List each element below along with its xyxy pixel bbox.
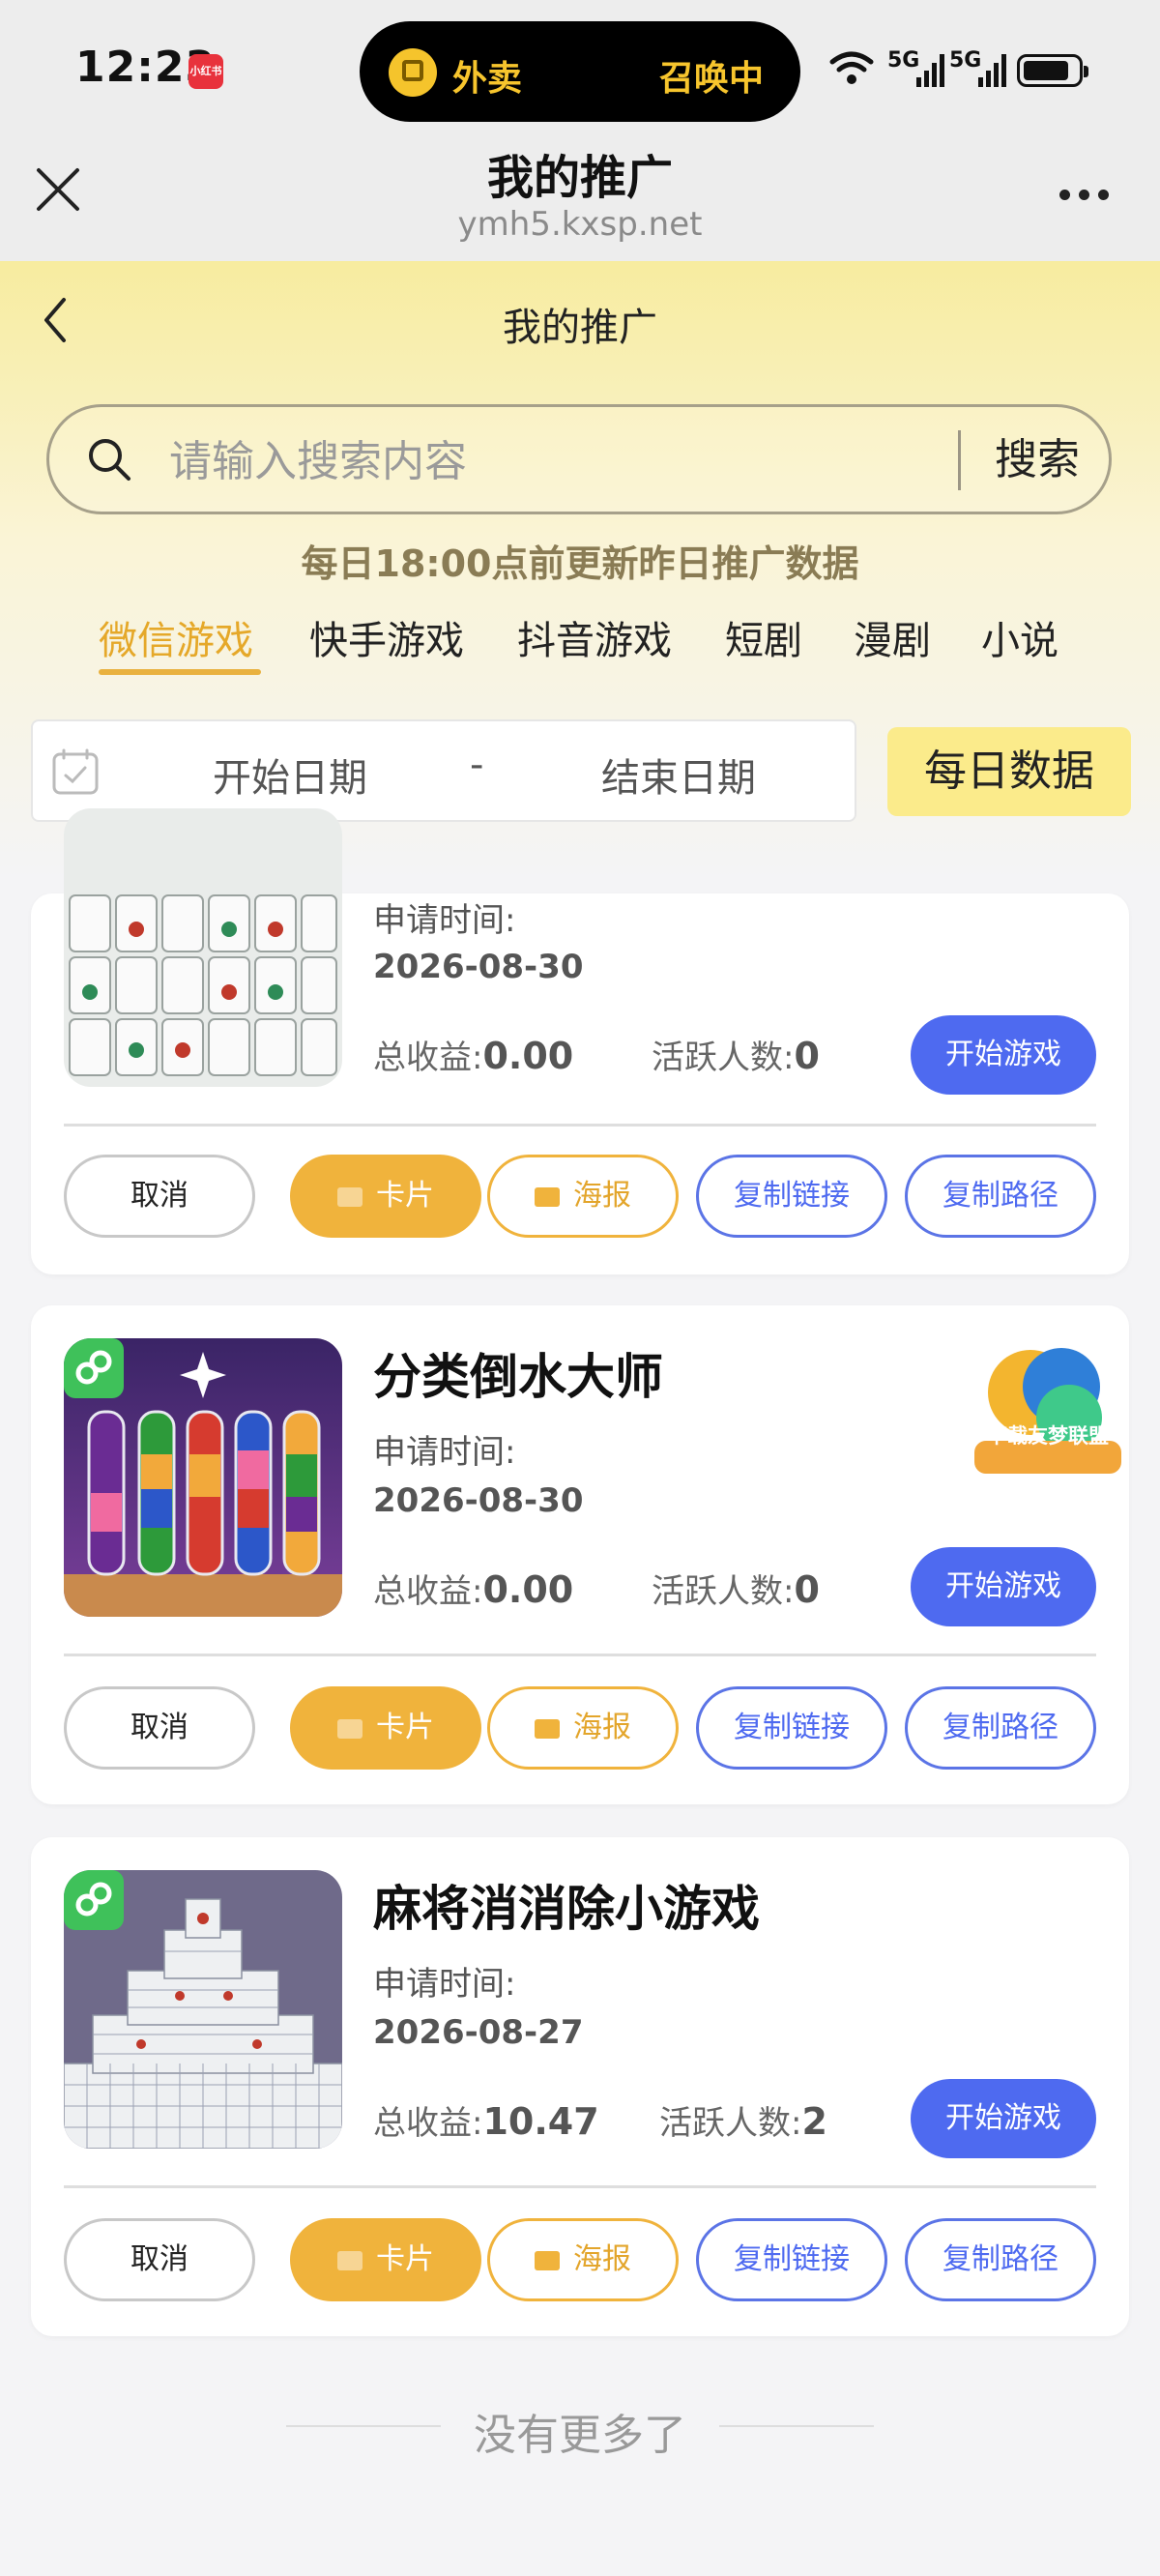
date-range-picker[interactable]: 开始日期 - 结束日期	[31, 719, 856, 822]
game-thumbnail-water-sort	[64, 1338, 342, 1617]
date-separator: -	[470, 743, 484, 787]
battery-icon	[1017, 54, 1088, 87]
apply-date: 2026-08-30	[373, 1481, 584, 1520]
dynamic-island[interactable]: 外卖 召唤中	[360, 21, 800, 122]
delivery-icon	[389, 48, 437, 97]
game-card: 申请时间: 2026-08-30 总收益:0.00 活跃人数:0 开始游戏 取消…	[31, 808, 1129, 1274]
tab-kuaishou-games[interactable]: 快手游戏	[309, 609, 464, 683]
start-date-field[interactable]: 开始日期	[213, 746, 367, 803]
card-icon	[337, 1187, 362, 1207]
apply-date: 2026-08-30	[373, 948, 584, 986]
start-game-button[interactable]: 开始游戏	[911, 1547, 1096, 1626]
game-thumbnail-mahjong	[64, 808, 342, 1087]
game-name: 麻将消消除小游戏	[373, 1881, 760, 1937]
card-divider	[64, 2185, 1096, 2188]
active-users: 活跃人数:0	[652, 1035, 820, 1077]
copy-link-button[interactable]: 复制链接	[696, 1686, 887, 1770]
tab-short-drama[interactable]: 短剧	[725, 609, 802, 683]
card-share-button[interactable]: 卡片	[290, 1686, 481, 1770]
card-divider	[64, 1654, 1096, 1656]
card-icon	[337, 1719, 362, 1739]
signal-bars-icon-2	[978, 54, 1006, 87]
cancel-button[interactable]: 取消	[64, 2218, 255, 2301]
league-logo	[974, 1348, 1121, 1474]
card-share-button[interactable]: 卡片	[290, 1155, 481, 1238]
wifi-icon	[829, 51, 874, 84]
card-icon	[337, 2251, 362, 2270]
start-game-button[interactable]: 开始游戏	[911, 1015, 1096, 1095]
island-label-left: 外卖	[452, 59, 523, 99]
category-tabs: 微信游戏 快手游戏 抖音游戏 短剧 漫剧 小说	[77, 609, 1102, 687]
search-divider	[958, 430, 961, 490]
search-input[interactable]	[167, 426, 983, 496]
apply-time-label: 申请时间:	[373, 901, 516, 940]
update-notice: 每日18:00点前更新昨日推广数据	[301, 542, 859, 585]
card-share-button[interactable]: 卡片	[290, 2218, 481, 2301]
island-label-right: 召唤中	[658, 59, 764, 99]
game-thumbnail-mahjong-elimination	[64, 1870, 342, 2149]
xiaohongshu-icon: 小红书	[188, 54, 223, 89]
copy-path-button[interactable]: 复制路径	[905, 1686, 1096, 1770]
total-income: 总收益:10.47	[373, 2100, 599, 2143]
card-divider	[64, 1124, 1096, 1127]
miniprogram-badge-icon	[64, 1870, 124, 1930]
apply-time-label: 申请时间:	[373, 1965, 516, 2004]
more-icon[interactable]	[1059, 186, 1117, 200]
search-icon	[89, 439, 130, 481]
poster-button[interactable]: 海报	[487, 1686, 679, 1770]
total-income: 总收益:0.00	[373, 1035, 574, 1077]
copy-path-button[interactable]: 复制路径	[905, 1155, 1096, 1238]
start-game-button[interactable]: 开始游戏	[911, 2079, 1096, 2158]
league-logo-text: 下载友梦联盟	[987, 1424, 1109, 1448]
active-users: 活跃人数:2	[659, 2100, 827, 2143]
copy-path-button[interactable]: 复制路径	[905, 2218, 1096, 2301]
search-box: 搜索	[46, 404, 1112, 514]
cancel-button[interactable]: 取消	[64, 1686, 255, 1770]
poster-button[interactable]: 海报	[487, 2218, 679, 2301]
miniprogram-nav-bar: 我的推广 ymh5.kxsp.net	[0, 145, 1160, 261]
game-card: 麻将消消除小游戏 申请时间: 2026-08-27 总收益:10.47 活跃人数…	[31, 1837, 1129, 2336]
cancel-button[interactable]: 取消	[64, 1155, 255, 1238]
page-title: 我的推广	[503, 306, 657, 350]
apply-date: 2026-08-27	[373, 2013, 584, 2052]
signal-5g-icon-2: 5G	[949, 48, 982, 73]
active-users: 活跃人数:0	[652, 1568, 820, 1611]
tab-comic-drama[interactable]: 漫剧	[854, 609, 931, 683]
status-bar: 12:23 小红书 外卖 召唤中 5G 5G	[0, 0, 1160, 145]
image-icon	[535, 2251, 560, 2270]
tab-active-indicator	[99, 669, 261, 675]
nav-url: ymh5.kxsp.net	[457, 205, 703, 244]
poster-button[interactable]: 海报	[487, 1155, 679, 1238]
footer-line-right	[719, 2425, 874, 2427]
total-income: 总收益:0.00	[373, 1568, 574, 1611]
miniprogram-badge-icon	[64, 1338, 124, 1398]
nav-title: 我的推广	[486, 151, 673, 205]
copy-link-button[interactable]: 复制链接	[696, 1155, 887, 1238]
signal-bars-icon	[916, 54, 944, 87]
game-card: 分类倒水大师 下载友梦联盟 申请时间: 2026-08-30 总收益:0.00 …	[31, 1305, 1129, 1804]
signal-5g-icon: 5G	[887, 48, 920, 73]
search-button[interactable]: 搜索	[985, 426, 1089, 494]
no-more-footer: 没有更多了	[474, 2411, 686, 2460]
image-icon	[535, 1187, 560, 1207]
mahjong-tiles-image	[64, 808, 342, 1087]
calendar-icon	[52, 748, 99, 795]
end-date-field[interactable]: 结束日期	[601, 746, 756, 803]
tab-douyin-games[interactable]: 抖音游戏	[517, 609, 672, 683]
apply-time-label: 申请时间:	[373, 1433, 516, 1472]
tab-novel[interactable]: 小说	[981, 609, 1058, 683]
image-icon	[535, 1719, 560, 1739]
game-name: 分类倒水大师	[373, 1349, 663, 1405]
copy-link-button[interactable]: 复制链接	[696, 2218, 887, 2301]
daily-data-button[interactable]: 每日数据	[887, 727, 1131, 816]
